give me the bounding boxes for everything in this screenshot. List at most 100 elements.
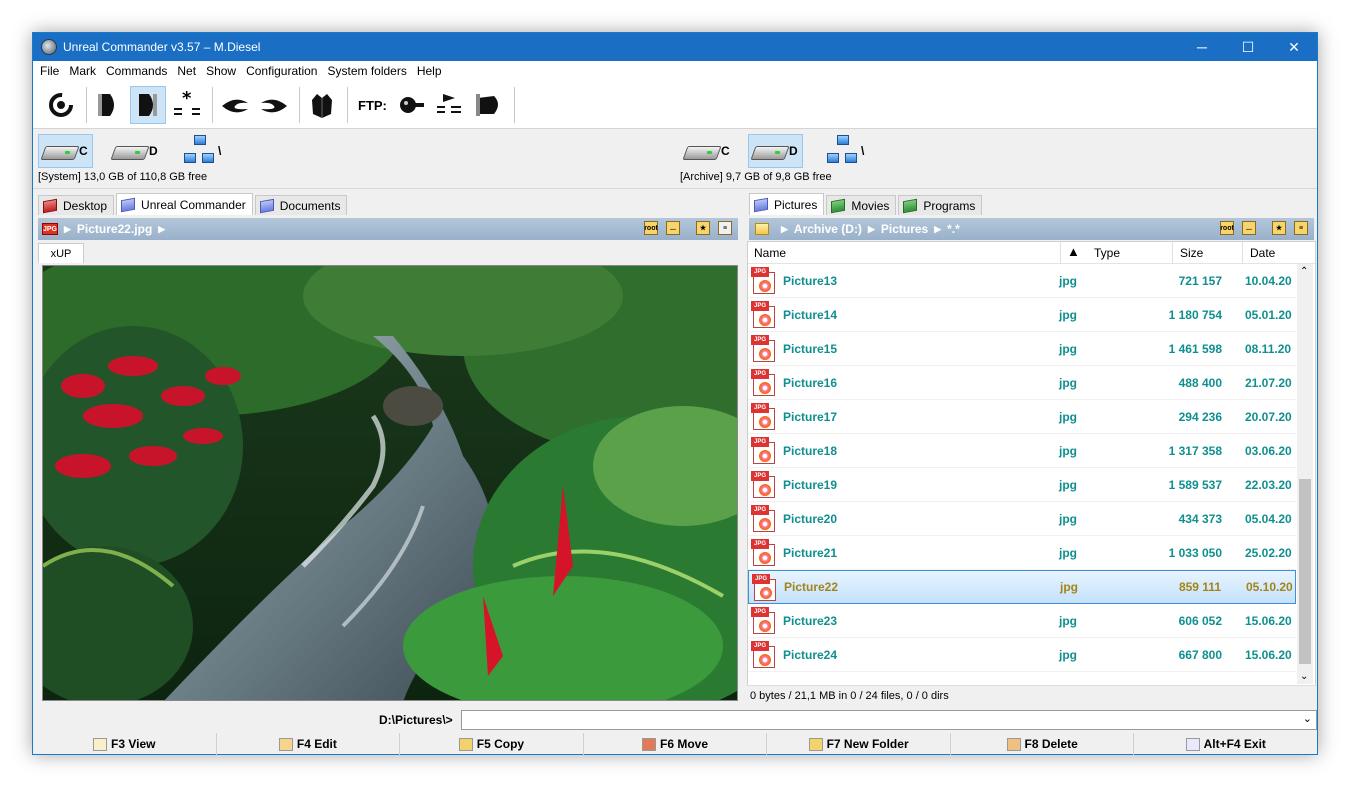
table-row[interactable]: JPG Picture17 jpg 294 236 20.07.20 [748, 400, 1296, 434]
list-header: Name ▲ Type Size Date [748, 242, 1315, 264]
right-panel-button[interactable] [130, 86, 166, 124]
table-row[interactable]: JPG Picture18 jpg 1 317 358 03.06.20 [748, 434, 1296, 468]
table-row[interactable]: JPG Picture14 jpg 1 180 754 05.01.20 [748, 298, 1296, 332]
alt-f4-exit-button[interactable]: Alt+F4 Exit [1134, 733, 1317, 755]
right-drive-d[interactable]: D [748, 134, 803, 168]
f5-copy-button[interactable]: F5 Copy [400, 733, 584, 755]
f8-delete-button[interactable]: F8 Delete [951, 733, 1135, 755]
view-button[interactable] [217, 86, 253, 124]
left-drive-c[interactable]: C [38, 134, 93, 168]
menu-file[interactable]: File [35, 61, 64, 82]
menu-commands[interactable]: Commands [101, 61, 172, 82]
history-button[interactable]: ≡ [718, 221, 732, 235]
menu-system-folders[interactable]: System folders [322, 61, 411, 82]
ftp-disconnect-button[interactable] [471, 86, 507, 124]
menu-show[interactable]: Show [201, 61, 241, 82]
function-key-bar: F3 View F4 Edit F5 Copy F6 Move F7 New F… [33, 733, 1317, 755]
f7-new-folder-button[interactable]: F7 New Folder [767, 733, 951, 755]
history-button[interactable]: ≡ [1294, 221, 1308, 235]
tab-movies[interactable]: Movies [826, 195, 897, 215]
quick-view-button[interactable] [256, 86, 292, 124]
f6-move-button[interactable]: F6 Move [584, 733, 768, 755]
column-size[interactable]: Size [1180, 246, 1203, 260]
exit-icon [1185, 737, 1200, 751]
left-path-bar[interactable]: JPG ▶ Picture22.jpg ▶ root ... ★ ≡ [38, 218, 738, 240]
jpg-file-icon: JPG [751, 505, 777, 533]
scroll-down-icon[interactable]: ⌄ [1300, 671, 1308, 682]
root-folder-button[interactable]: root [1220, 221, 1234, 235]
hard-drive-icon [113, 143, 147, 159]
tab-unreal-commander[interactable]: Unreal Commander [116, 193, 253, 215]
minimize-button[interactable]: ─ [1179, 33, 1225, 61]
root-folder-button[interactable]: root [644, 221, 658, 235]
sort-ascending-icon: ▲ [1067, 244, 1080, 259]
file-name: Picture22 [784, 580, 839, 594]
menu-help[interactable]: Help [412, 61, 447, 82]
menu-configuration[interactable]: Configuration [241, 61, 322, 82]
column-name[interactable]: Name [754, 246, 786, 260]
refresh-button[interactable] [43, 86, 79, 124]
table-row[interactable]: JPG Picture19 jpg 1 589 537 22.03.20 [748, 468, 1296, 502]
file-type: jpg [1059, 647, 1077, 662]
path-arrow-icon: ▶ [934, 223, 942, 234]
tab-programs[interactable]: Programs [898, 195, 983, 215]
vertical-scrollbar[interactable]: ⌃ ⌄ [1297, 264, 1313, 684]
scroll-up-icon[interactable]: ⌃ [1300, 266, 1308, 277]
column-type[interactable]: Type [1094, 246, 1120, 260]
ftp-list-button[interactable] [432, 86, 468, 124]
f3-view-button[interactable]: F3 View [33, 733, 217, 755]
table-row[interactable]: JPG Picture22 jpg 859 111 05.10.20 [748, 570, 1296, 604]
tab-pictures[interactable]: Pictures [749, 193, 825, 215]
viewer-tab-xup[interactable]: xUP [38, 243, 84, 263]
right-drive-c[interactable]: C [681, 134, 734, 168]
path-file-mask[interactable]: *.* [947, 222, 960, 236]
up-folder-button[interactable]: ... [666, 221, 680, 235]
window-title: Unreal Commander v3.57 – M.Diesel [63, 40, 261, 54]
file-date: 15.06.20 [1245, 647, 1292, 662]
left-panel-button[interactable] [91, 86, 127, 124]
close-button[interactable]: ✕ [1271, 33, 1317, 61]
tab-desktop[interactable]: Desktop [38, 195, 115, 215]
eye-right-icon [261, 99, 287, 113]
right-network-drive[interactable]: \ [821, 134, 868, 168]
fkey-label: F3 View [111, 737, 156, 751]
f4-edit-button[interactable]: F4 Edit [217, 733, 401, 755]
command-prompt: D:\Pictures\> [379, 713, 453, 727]
file-type: jpg [1059, 613, 1077, 628]
table-row[interactable]: JPG Picture13 jpg 721 157 10.04.20 [748, 264, 1296, 298]
file-name: Picture13 [783, 273, 838, 288]
table-row[interactable]: JPG Picture16 jpg 488 400 21.07.20 [748, 366, 1296, 400]
path-segment-archive[interactable]: Archive (D:) [794, 222, 862, 236]
maximize-button[interactable]: ☐ [1225, 33, 1271, 61]
file-date: 05.04.20 [1245, 511, 1292, 526]
right-path-bar[interactable]: ▶ Archive (D:) ▶ Pictures ▶ *.* root ...… [749, 218, 1314, 240]
column-date[interactable]: Date [1250, 246, 1275, 260]
ftp-disconnect-icon [475, 94, 498, 116]
table-row[interactable]: JPG Picture15 jpg 1 461 598 08.11.20 [748, 332, 1296, 366]
left-network-drive[interactable]: \ [178, 134, 225, 168]
table-row[interactable]: JPG Picture23 jpg 606 052 15.06.20 [748, 604, 1296, 638]
path-segment-pictures[interactable]: Pictures [881, 222, 928, 236]
command-input[interactable]: ⌄ [461, 710, 1317, 730]
scroll-thumb[interactable] [1299, 479, 1311, 664]
favorites-button[interactable]: ★ [696, 221, 710, 235]
favorites-button[interactable]: ★ [1272, 221, 1286, 235]
file-date: 03.06.20 [1245, 443, 1292, 458]
tab-label: Unreal Commander [141, 197, 246, 212]
ftp-connect-button[interactable] [393, 86, 429, 124]
chevron-down-icon[interactable]: ⌄ [1303, 712, 1312, 725]
image-viewer[interactable] [42, 265, 738, 701]
table-row[interactable]: JPG Picture24 jpg 667 800 15.06.20 [748, 638, 1296, 672]
menu-bar: File Mark Commands Net Show Configuratio… [33, 61, 1317, 82]
table-row[interactable]: JPG Picture20 jpg 434 373 05.04.20 [748, 502, 1296, 536]
drive-c-label: C [721, 144, 730, 158]
menu-net[interactable]: Net [172, 61, 201, 82]
title-bar[interactable]: Unreal Commander v3.57 – M.Diesel ─ ☐ ✕ [33, 33, 1317, 61]
up-folder-button[interactable]: ... [1242, 221, 1256, 235]
select-mask-button[interactable]: * [169, 86, 205, 124]
tab-documents[interactable]: Documents [254, 195, 348, 215]
pack-button[interactable] [304, 86, 340, 124]
menu-mark[interactable]: Mark [64, 61, 101, 82]
table-row[interactable]: JPG Picture21 jpg 1 033 050 25.02.20 [748, 536, 1296, 570]
left-drive-d[interactable]: D [109, 134, 162, 168]
